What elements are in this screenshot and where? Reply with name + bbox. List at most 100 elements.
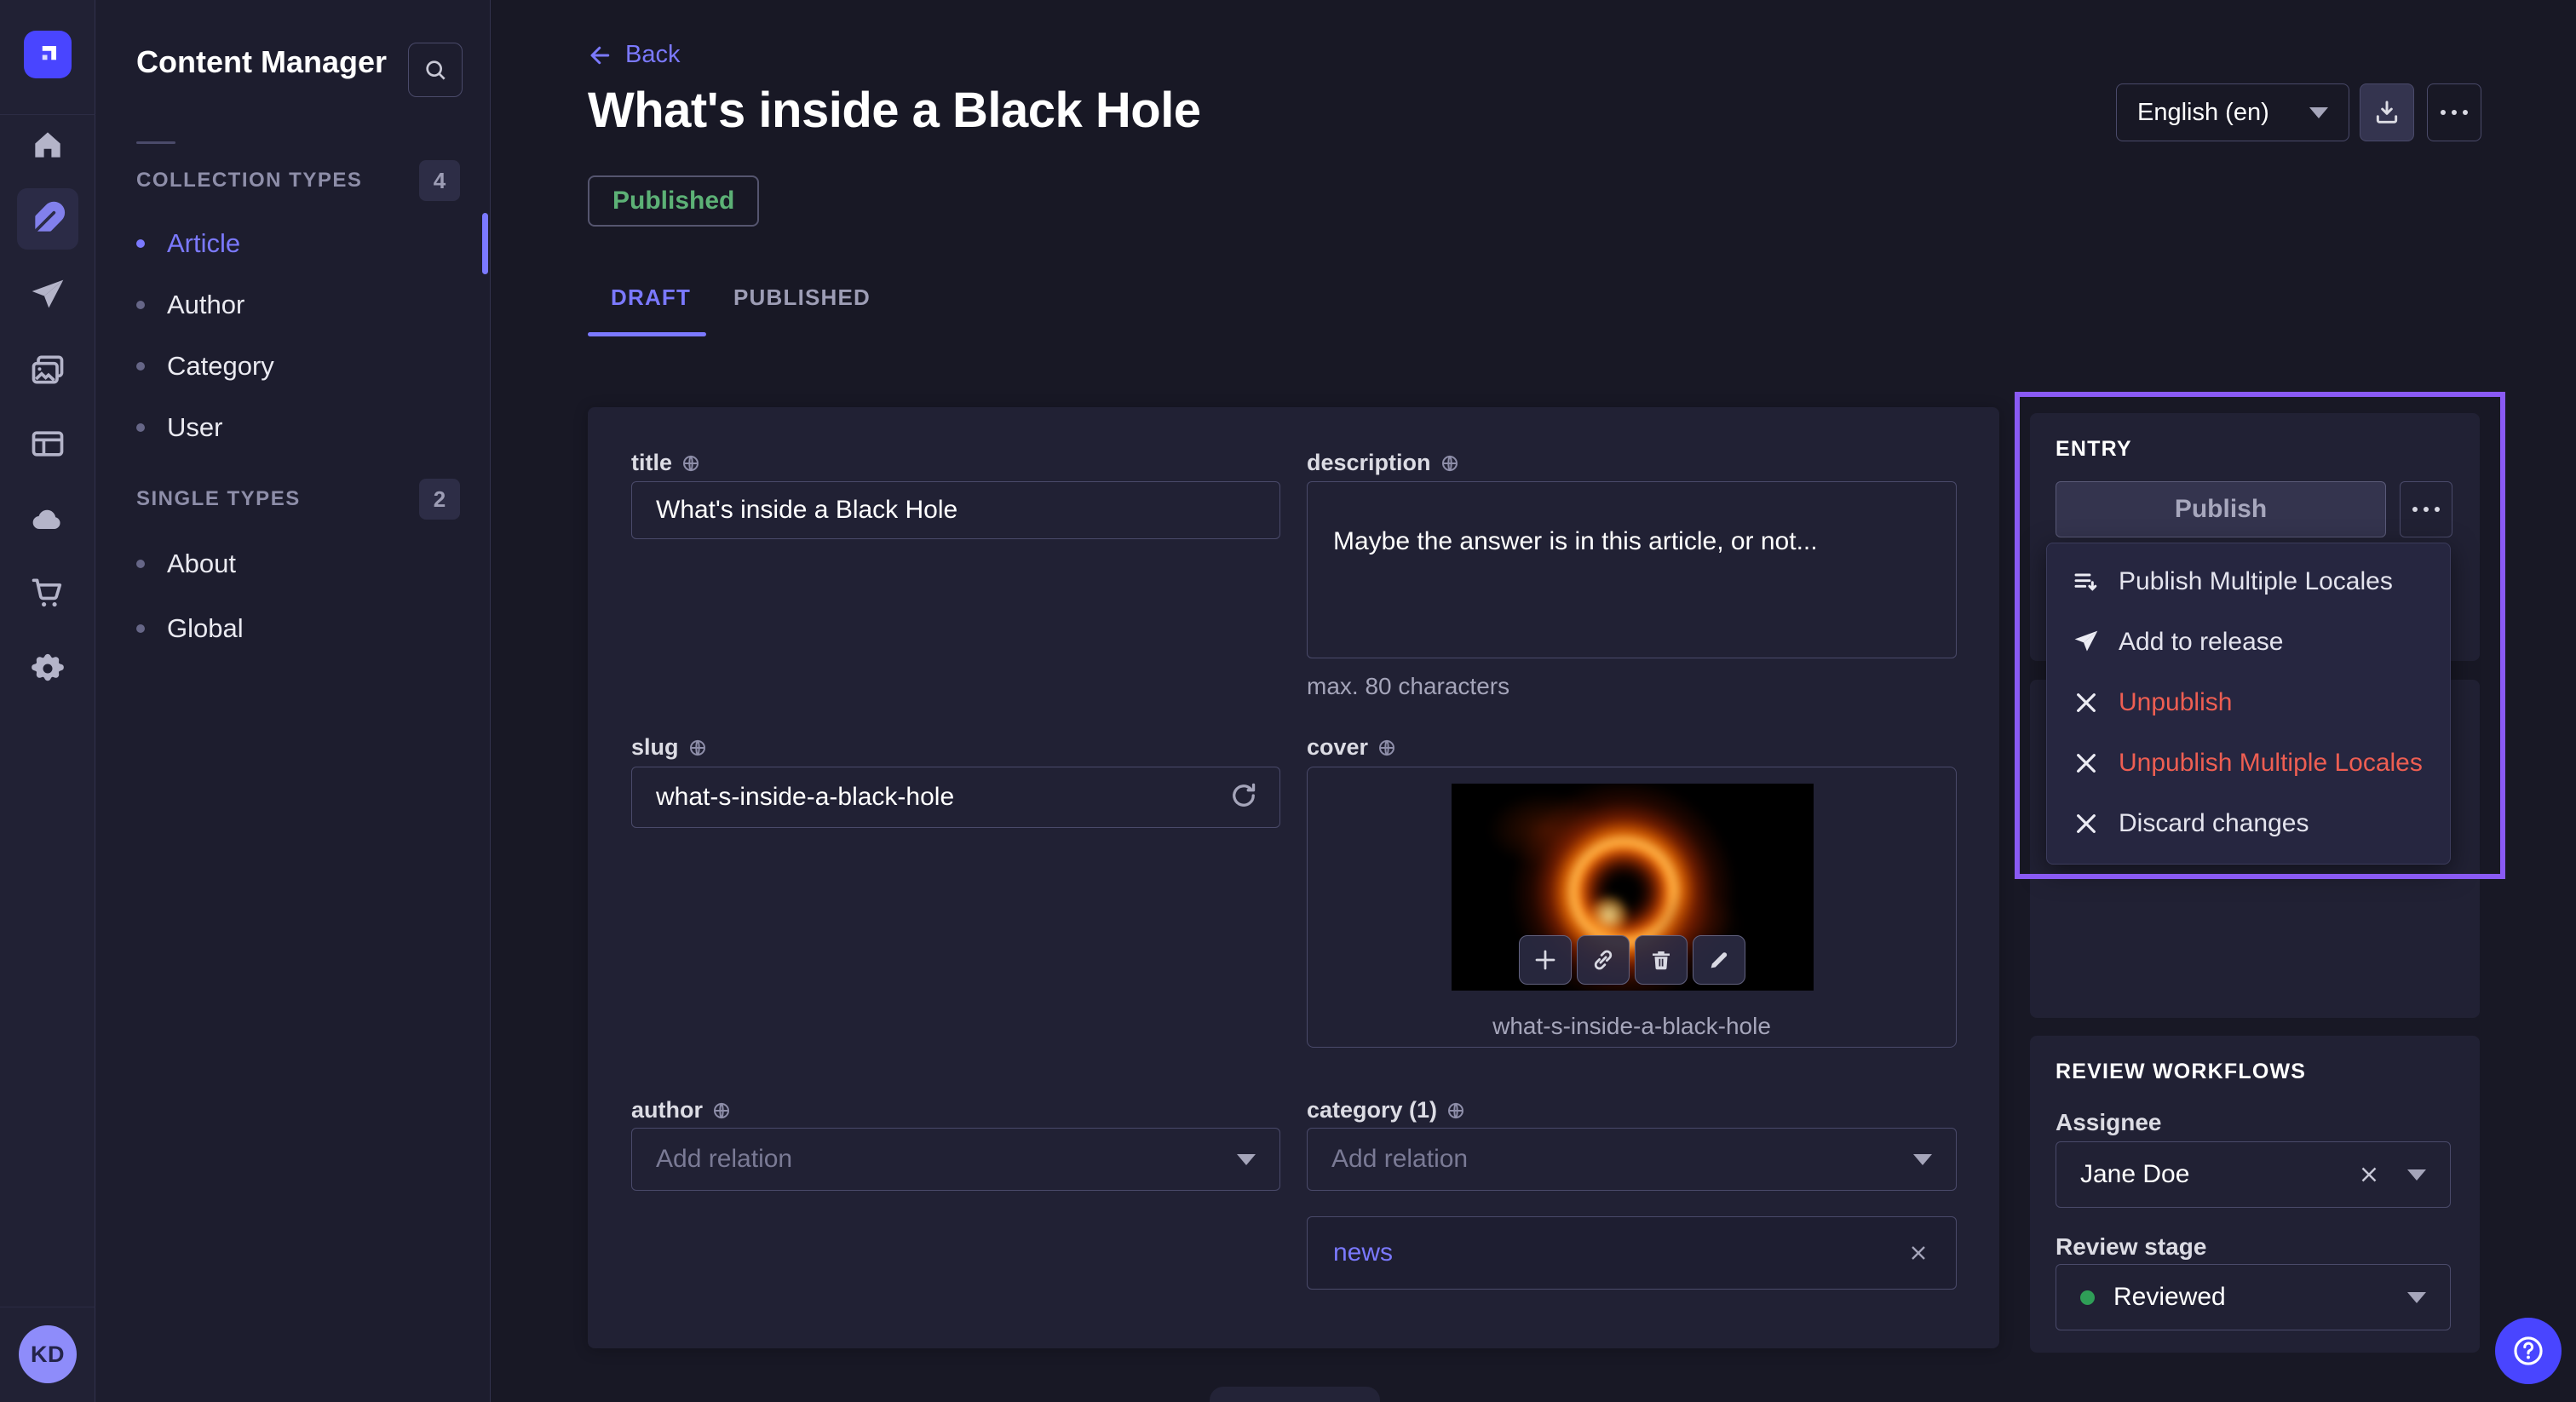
media-library-icon[interactable] <box>17 339 78 400</box>
cross-icon <box>2073 810 2100 837</box>
sidebar-item-category[interactable]: Category <box>136 342 460 391</box>
cross-icon <box>2073 750 2100 777</box>
collection-types-label: COLLECTION TYPES <box>136 169 362 192</box>
category-relation-item: news <box>1307 1216 1957 1290</box>
trash-icon <box>1648 947 1674 973</box>
export-button[interactable] <box>2360 83 2414 141</box>
single-types-label: SINGLE TYPES <box>136 487 301 511</box>
review-workflows-panel: REVIEW WORKFLOWS Assignee Jane Doe Revie… <box>2030 1036 2480 1353</box>
remove-relation-icon[interactable] <box>1906 1241 1930 1265</box>
cover-field: what-s-inside-a-black-hole <box>1307 767 1957 1048</box>
description-textarea[interactable]: Maybe the answer is in this article, or … <box>1307 481 1957 658</box>
sidebar-item-user[interactable]: User <box>136 403 460 452</box>
description-field-label: description <box>1307 450 1460 476</box>
publish-button[interactable]: Publish <box>2056 481 2386 537</box>
globe-icon <box>1440 453 1460 474</box>
slug-field-label: slug <box>631 734 708 761</box>
bullet-icon <box>136 239 145 248</box>
settings-gear-icon[interactable] <box>17 638 78 699</box>
refresh-icon <box>1228 780 1259 811</box>
locale-select[interactable]: English (en) <box>2116 83 2349 141</box>
ellipsis-icon <box>2441 110 2468 115</box>
cover-actions <box>1519 935 1745 985</box>
title-input[interactable] <box>631 481 1280 539</box>
sidebar-item-author[interactable]: Author <box>136 280 460 330</box>
menu-item-unpublish[interactable]: Unpublish <box>2047 672 2450 733</box>
title-field-label: title <box>631 450 701 476</box>
strapi-logo[interactable] <box>24 31 72 78</box>
help-button[interactable] <box>2495 1318 2562 1384</box>
menu-item-unpublish-multiple-locales[interactable]: Unpublish Multiple Locales <box>2047 733 2450 793</box>
menu-item-discard-changes[interactable]: Discard changes <box>2047 793 2450 853</box>
sidebar-item-global[interactable]: Global <box>136 604 460 653</box>
active-item-indicator <box>482 213 488 274</box>
regenerate-slug-button[interactable] <box>1228 780 1259 815</box>
link-icon <box>1590 947 1616 973</box>
edit-asset-button[interactable] <box>1693 935 1745 985</box>
page-title: What's inside a Black Hole <box>588 82 1201 139</box>
back-link[interactable]: Back <box>588 41 680 69</box>
releases-icon[interactable] <box>17 265 78 326</box>
author-relation-select[interactable]: Add relation <box>631 1128 1280 1191</box>
relation-link-news[interactable]: news <box>1333 1238 1393 1267</box>
bottom-cutoff-button[interactable] <box>1210 1387 1380 1402</box>
slug-input[interactable] <box>631 767 1280 828</box>
collection-types-count-badge: 4 <box>419 160 460 201</box>
home-icon[interactable] <box>17 114 78 175</box>
chevron-down-icon <box>2407 1292 2426 1303</box>
globe-icon <box>1377 738 1397 758</box>
clear-assignee-icon[interactable] <box>2356 1162 2382 1187</box>
plus-icon <box>1532 947 1558 973</box>
active-tab-underline <box>588 332 706 336</box>
search-button[interactable] <box>408 43 463 97</box>
author-field-label: author <box>631 1097 732 1123</box>
category-relation-select[interactable]: Add relation <box>1307 1128 1957 1191</box>
entry-actions-menu: Publish Multiple Locales Add to release … <box>2046 543 2451 865</box>
pencil-icon <box>1706 947 1732 973</box>
globe-icon <box>681 453 701 474</box>
add-asset-button[interactable] <box>1519 935 1572 985</box>
bullet-icon <box>136 560 145 568</box>
chevron-down-icon <box>2407 1169 2426 1181</box>
cover-field-label: cover <box>1307 734 1397 761</box>
content-manager-sidebar: Content Manager COLLECTION TYPES 4 Artic… <box>95 0 491 1402</box>
search-icon <box>422 56 449 83</box>
tab-draft[interactable]: DRAFT <box>611 284 691 311</box>
header-more-button[interactable] <box>2427 83 2481 141</box>
bullet-icon <box>136 423 145 432</box>
strapi-logo-icon <box>35 42 60 67</box>
user-avatar[interactable]: KD <box>19 1325 77 1383</box>
icon-rail: KD <box>0 0 95 1402</box>
chevron-down-icon <box>1237 1154 1256 1165</box>
marketplace-icon[interactable] <box>17 562 78 623</box>
content-manager-icon[interactable] <box>17 188 78 250</box>
menu-item-add-to-release[interactable]: Add to release <box>2047 612 2450 672</box>
list-arrow-icon <box>2073 568 2100 595</box>
review-stage-value: Reviewed <box>2113 1283 2407 1312</box>
review-stage-select[interactable]: Reviewed <box>2056 1264 2451 1330</box>
tab-published[interactable]: PUBLISHED <box>733 284 871 311</box>
assignee-value: Jane Doe <box>2080 1160 2356 1189</box>
ellipsis-icon <box>2412 507 2440 512</box>
review-workflows-heading: REVIEW WORKFLOWS <box>2056 1060 2306 1084</box>
chevron-down-icon <box>1913 1154 1932 1165</box>
single-types-count-badge: 2 <box>419 479 460 520</box>
sidebar-divider <box>136 141 175 144</box>
copy-link-button[interactable] <box>1577 935 1630 985</box>
content-type-builder-icon[interactable] <box>17 413 78 474</box>
sidebar-item-about[interactable]: About <box>136 539 460 589</box>
collection-types-header: COLLECTION TYPES 4 <box>136 158 460 203</box>
sidebar-item-article[interactable]: Article <box>136 219 460 268</box>
menu-item-publish-multiple-locales[interactable]: Publish Multiple Locales <box>2047 551 2450 612</box>
status-badge: Published <box>588 175 759 227</box>
deploy-cloud-icon[interactable] <box>17 489 78 550</box>
author-placeholder: Add relation <box>656 1145 792 1174</box>
assignee-select[interactable]: Jane Doe <box>2056 1141 2451 1208</box>
delete-asset-button[interactable] <box>1635 935 1688 985</box>
entry-more-button[interactable] <box>2400 481 2452 537</box>
entry-heading: ENTRY <box>2056 437 2132 462</box>
category-field-label: category (1) <box>1307 1097 1466 1123</box>
entry-form-card: title description Maybe the answer is in… <box>588 407 1999 1348</box>
download-icon <box>2373 99 2401 126</box>
paper-plane-icon <box>2073 629 2100 656</box>
